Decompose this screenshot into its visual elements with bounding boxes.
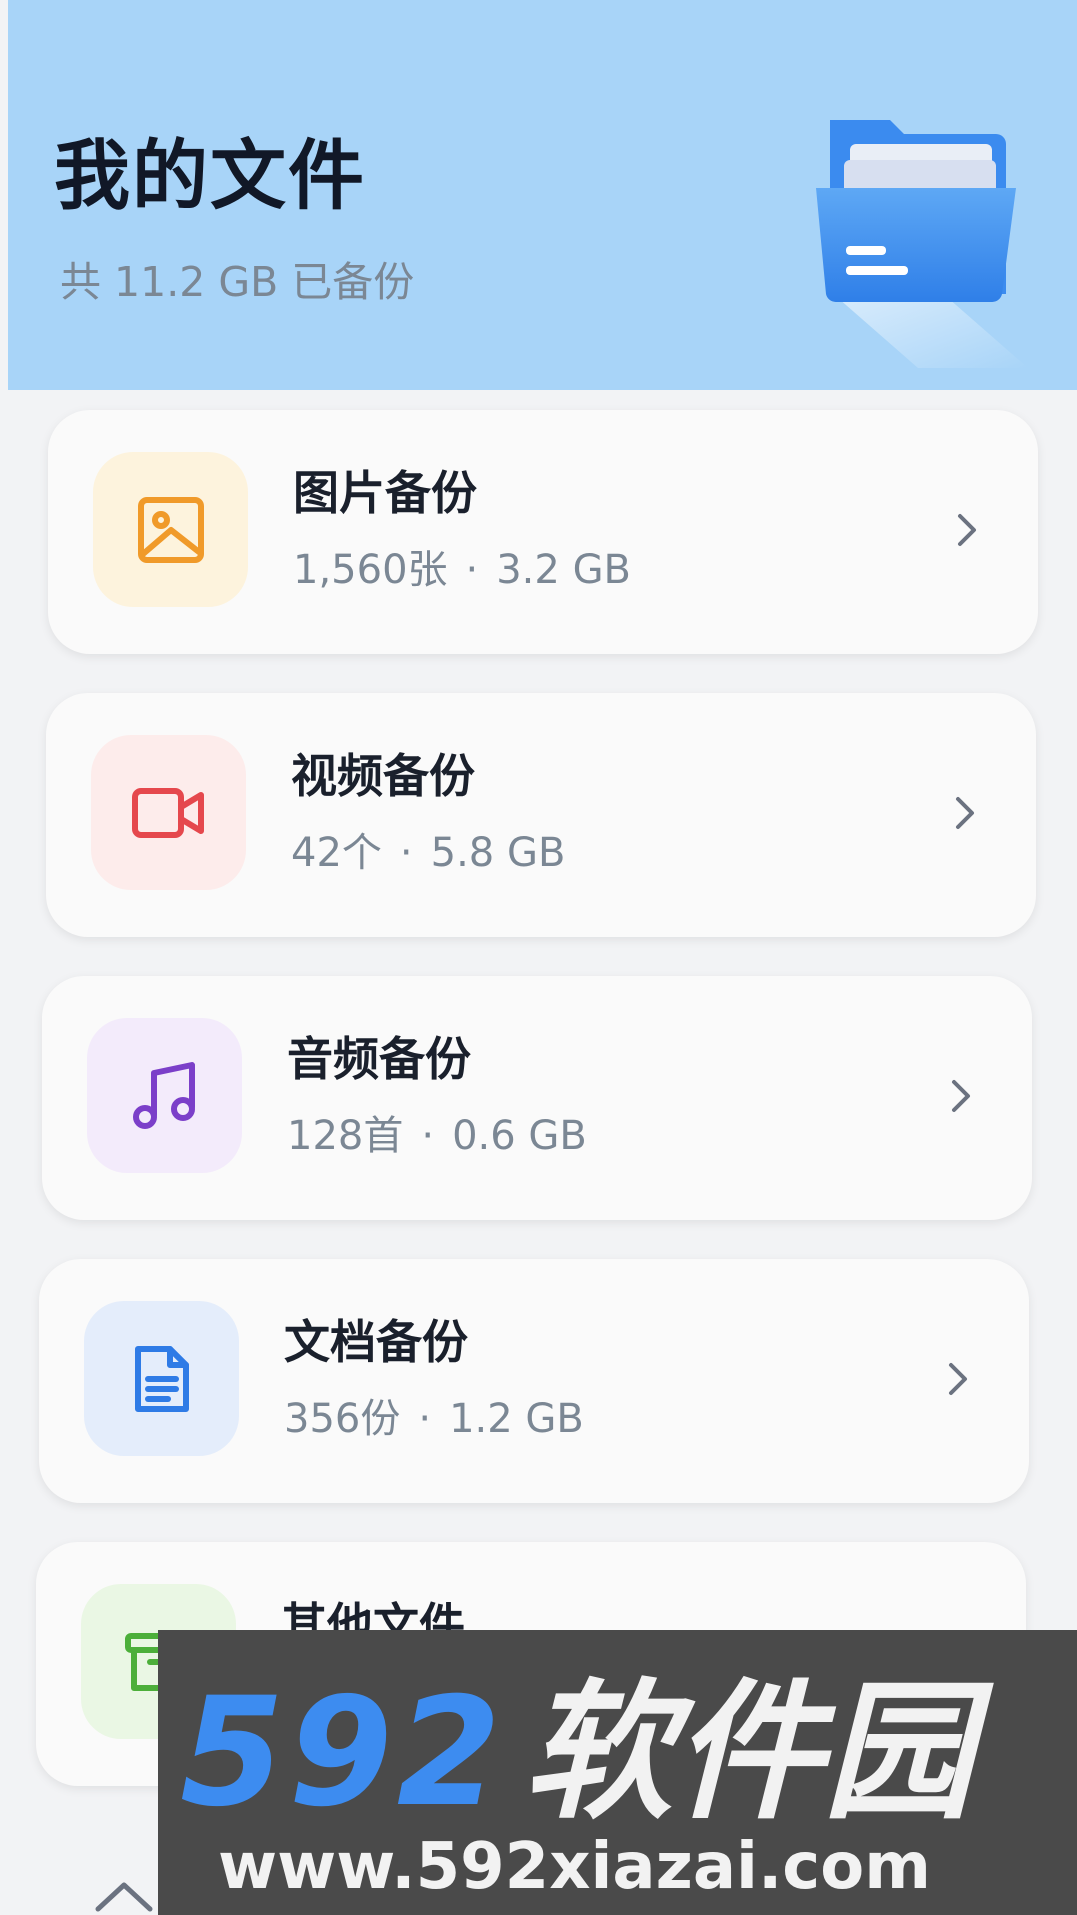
video-camera-icon (131, 787, 204, 838)
chevron-right-icon (958, 514, 976, 546)
category-title: 图片备份 (293, 466, 477, 520)
image-icon-box (93, 452, 248, 607)
document-icon (134, 1345, 189, 1412)
document-icon-box (84, 1301, 239, 1456)
watermark-number: 592 (180, 1666, 506, 1840)
audio-icon-box (87, 1018, 242, 1173)
chevron-right-icon (956, 797, 974, 829)
folder-illustration-icon (816, 120, 1028, 368)
chevron-right-icon (952, 1080, 970, 1112)
separator-dot: · (421, 1113, 435, 1159)
header-banner: 我的文件 共 11.2 GB 已备份 (8, 0, 1077, 390)
category-meta: 356份 · 1.2 GB (284, 1399, 584, 1439)
separator-dot: · (399, 830, 413, 876)
watermark-logo: 592 软件园 (180, 1678, 973, 1828)
category-meta: 42个 · 5.8 GB (291, 833, 565, 873)
watermark-banner: 592 软件园 www.592xiazai.com (158, 1630, 1077, 1915)
image-icon (137, 496, 204, 563)
backup-summary: 共 11.2 GB 已备份 (60, 258, 415, 306)
item-count: 42个 (291, 830, 382, 876)
item-size: 3.2 GB (496, 547, 631, 593)
page-title: 我的文件 (54, 131, 366, 220)
category-card-audio[interactable]: 音频备份 128首 · 0.6 GB (42, 976, 1032, 1220)
separator-dot: · (418, 1396, 432, 1442)
category-meta: 1,560张 · 3.2 GB (293, 550, 631, 590)
category-card-videos[interactable]: 视频备份 42个 · 5.8 GB (46, 693, 1036, 937)
item-count: 356份 (284, 1396, 401, 1442)
category-title: 视频备份 (291, 749, 475, 803)
video-icon-box (91, 735, 246, 890)
category-title: 文档备份 (284, 1315, 468, 1369)
watermark-url: www.592xiazai.com (218, 1830, 931, 1904)
item-size: 0.6 GB (452, 1113, 587, 1159)
category-card-images[interactable]: 图片备份 1,560张 · 3.2 GB (48, 410, 1038, 654)
category-title: 音频备份 (287, 1032, 471, 1086)
category-card-documents[interactable]: 文档备份 356份 · 1.2 GB (39, 1259, 1029, 1503)
item-count: 1,560张 (293, 547, 448, 593)
category-meta: 128首 · 0.6 GB (287, 1116, 587, 1156)
item-size: 5.8 GB (430, 830, 566, 876)
separator-dot: · (465, 547, 479, 593)
chevron-up-icon[interactable] (92, 1875, 156, 1915)
music-note-icon (132, 1061, 195, 1129)
watermark-name: 软件园 (523, 1666, 974, 1840)
item-size: 1.2 GB (449, 1396, 584, 1442)
item-count: 128首 (287, 1113, 404, 1159)
chevron-right-icon (949, 1363, 967, 1395)
